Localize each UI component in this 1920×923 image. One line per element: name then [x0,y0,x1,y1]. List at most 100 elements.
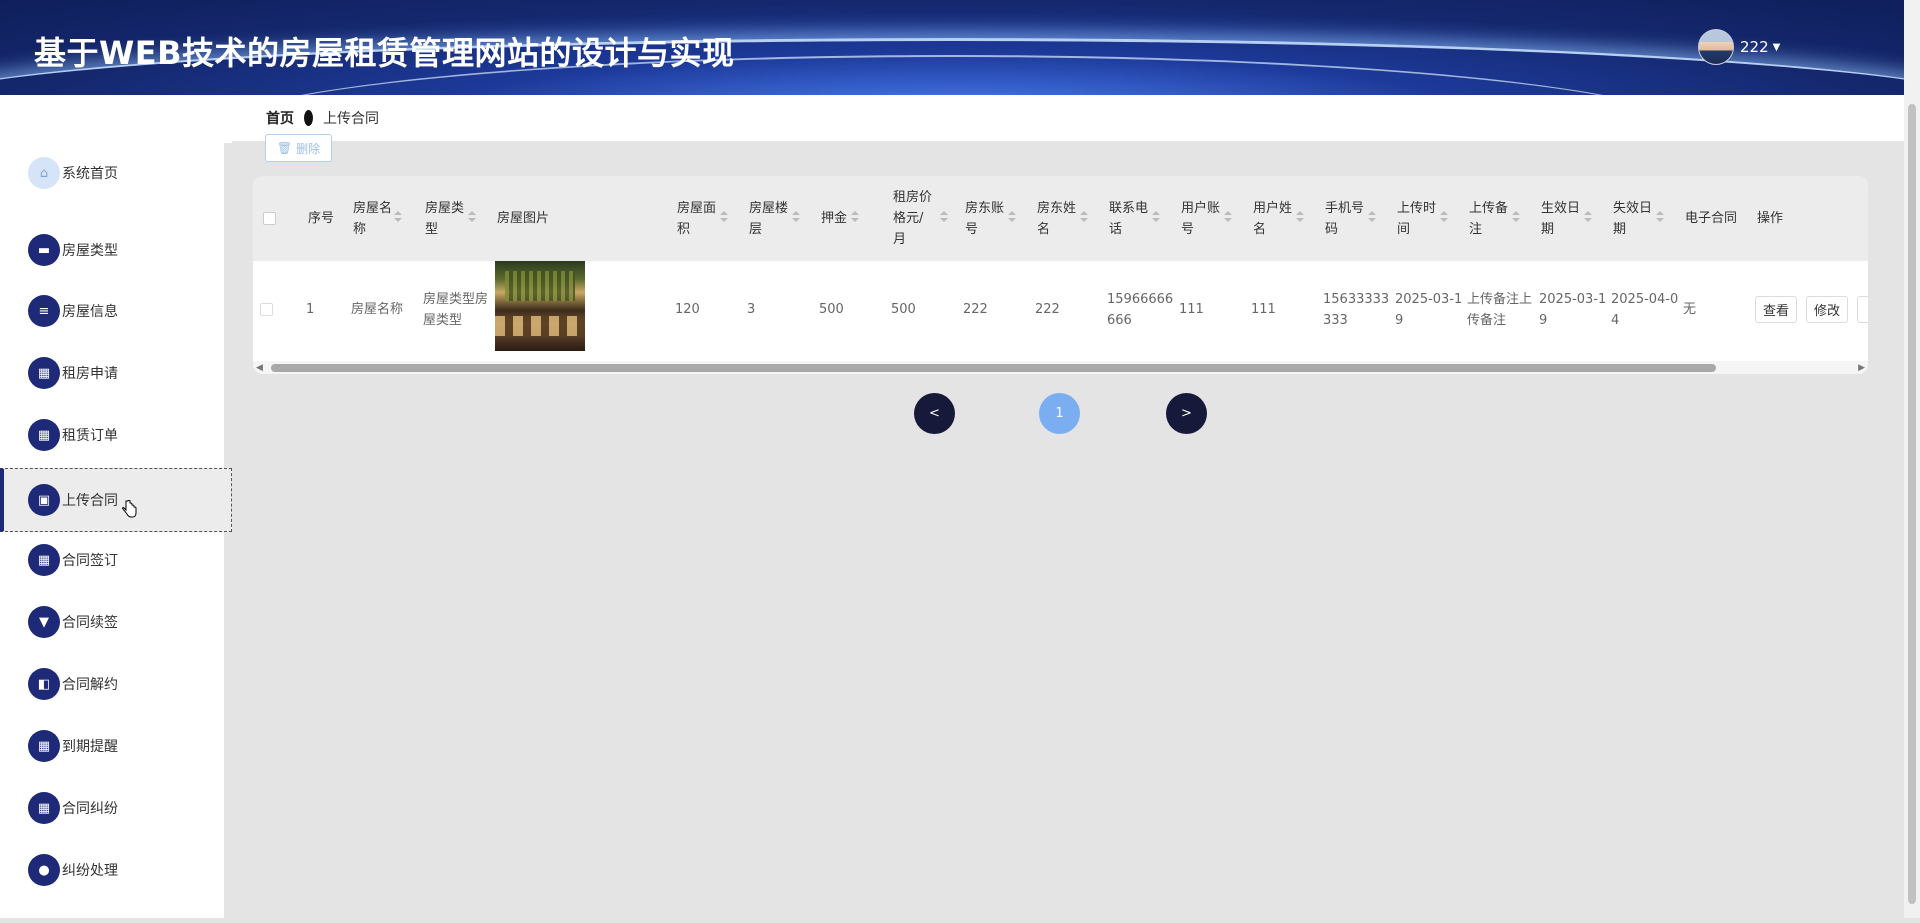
cell-mobile: 15633333 333 [1323,292,1390,328]
col-contract: 电子合同 [1685,211,1738,226]
table-row[interactable]: 1 房屋名称 房屋类型房 屋类型 120 3 500 500 222 222 15… [253,261,1868,361]
username[interactable]: 222 [1740,38,1769,56]
col-price[interactable]: 租房价 格元/月 [893,187,932,250]
user-menu[interactable]: 222 ▼ [1698,28,1780,66]
cell-landlord-name: 222 [1035,302,1060,317]
sort-icon[interactable] [1440,211,1448,223]
sidebar-item-label: 合同签订 [62,553,118,569]
cell-landlord-account: 222 [963,302,988,317]
col-landlord-account[interactable]: 房东账号 [965,198,1004,240]
scroll-right-icon[interactable]: ▶ [1858,363,1865,373]
house-photo[interactable] [495,261,585,351]
cell-user-name: 111 [1251,302,1276,317]
sidebar-item-label: 合同续签 [62,615,118,631]
sidebar-item-2[interactable]: ≡ 房屋信息 [0,281,232,341]
col-deposit[interactable]: 押金 [821,208,847,229]
sort-icon[interactable] [468,211,476,223]
view-button[interactable]: 查看 [1755,296,1797,323]
sort-icon[interactable] [1584,211,1592,223]
col-end-date[interactable]: 失效日期 [1613,198,1652,240]
cell-floor: 3 [747,302,756,317]
sidebar-item-7[interactable]: ▼ 合同续签 [0,592,232,652]
page-scrollbar[interactable] [1904,0,1920,918]
list-icon: ≡ [28,295,60,327]
scrollbar-thumb[interactable] [271,364,1716,372]
sidebar-item-10[interactable]: ▦ 合同纠纷 [0,778,232,838]
col-photo: 房屋图片 [497,211,550,226]
sidebar-item-5[interactable]: ▣ 上传合同 [0,468,232,532]
sidebar-item-0[interactable]: ⌂ 系统首页 [0,143,232,203]
cell-upload-note: 上传备注上 传备注 [1467,292,1533,328]
sort-icon[interactable] [851,211,859,223]
house-icon: ◧ [28,668,60,700]
sort-icon[interactable] [1368,211,1376,223]
sidebar-item-11[interactable]: ● 纠纷处理 [0,840,232,900]
delete-button[interactable]: 🗑 删除 [265,134,332,162]
sort-icon[interactable] [394,211,402,223]
col-upload-note[interactable]: 上传备注 [1469,198,1508,240]
col-start-date[interactable]: 生效日期 [1541,198,1580,240]
sort-icon[interactable] [940,211,948,223]
prev-page-button[interactable]: < [914,393,955,434]
sidebar-item-6[interactable]: ▦ 合同签订 [0,530,232,590]
table-scrollbar[interactable]: ◀ ▶ [253,361,1868,374]
col-floor[interactable]: 房屋楼层 [749,198,788,240]
cell-price: 500 [891,302,916,317]
sort-icon[interactable] [1008,211,1016,223]
grid-icon: ▦ [28,357,60,389]
chevron-down-icon[interactable]: ▼ [1773,42,1781,53]
col-index: 序号 [308,211,335,226]
sidebar-item-3[interactable]: ▦ 租房申请 [0,343,232,403]
col-upload-time[interactable]: 上传时间 [1397,198,1436,240]
col-user-account[interactable]: 用户账号 [1181,198,1220,240]
sort-icon[interactable] [1224,211,1232,223]
col-mobile[interactable]: 手机号码 [1325,198,1364,240]
scroll-left-icon[interactable]: ◀ [256,363,263,373]
avatar[interactable] [1698,29,1734,65]
cell-area: 120 [675,302,700,317]
cell-start-date: 2025-03-1 9 [1539,292,1607,328]
contract-table: 序号 房屋名称 房屋类型 房屋图片 房屋面积 房屋楼层 押金 租房价 格元/月 房… [253,176,1868,374]
cell-upload-time: 2025-03-1 9 [1395,292,1463,328]
header-banner: 基于WEB技术的房屋租赁管理网站的设计与实现 222 ▼ [0,0,1904,95]
col-name[interactable]: 房屋名称 [353,198,392,240]
col-user-name[interactable]: 用户姓名 [1253,198,1292,240]
cell-type: 房屋类型房 屋类型 [423,292,489,328]
sidebar-item-label: 租房申请 [62,366,118,382]
scrollbar-thumb[interactable] [1908,104,1916,904]
sort-icon[interactable] [1656,211,1664,223]
col-phone[interactable]: 联系电话 [1109,198,1148,240]
sort-icon[interactable] [1152,211,1160,223]
cell-contract: 无 [1683,302,1697,317]
col-type[interactable]: 房屋类型 [425,198,464,240]
sort-icon[interactable] [720,211,728,223]
sidebar-item-4[interactable]: ▦ 租赁订单 [0,405,232,465]
sidebar-item-label: 房屋信息 [62,304,118,320]
edit-button[interactable]: 修改 [1806,296,1848,323]
grid-icon: ▦ [28,544,60,576]
sidebar-item-1[interactable]: ▬ 房屋类型 [0,220,232,280]
sidebar-item-8[interactable]: ◧ 合同解约 [0,654,232,714]
sort-icon[interactable] [1512,211,1520,223]
breadcrumb-home[interactable]: 首页 [266,108,294,128]
more-button[interactable] [1857,296,1868,323]
user-icon: ● [28,854,60,886]
sort-icon[interactable] [1296,211,1304,223]
brush-icon: ▼ [28,606,60,638]
sidebar-item-label: 纠纷处理 [62,863,118,879]
col-landlord-name[interactable]: 房东姓名 [1037,198,1076,240]
hand-cursor-icon [122,500,137,518]
col-area[interactable]: 房屋面积 [677,198,716,240]
grid-icon: ▦ [28,730,60,762]
sidebar-item-label: 合同纠纷 [62,801,118,817]
page-1-button[interactable]: 1 [1039,393,1080,434]
site-title: 基于WEB技术的房屋租赁管理网站的设计与实现 [34,34,735,72]
select-all-checkbox[interactable] [263,212,276,225]
sort-icon[interactable] [792,211,800,223]
sort-icon[interactable] [1080,211,1088,223]
row-checkbox[interactable] [260,303,273,316]
briefcase-icon: ▣ [28,484,60,516]
next-page-button[interactable]: > [1166,393,1207,434]
cell-phone: 15966666 666 [1107,292,1174,328]
sidebar-item-9[interactable]: ▦ 到期提醒 [0,716,232,776]
